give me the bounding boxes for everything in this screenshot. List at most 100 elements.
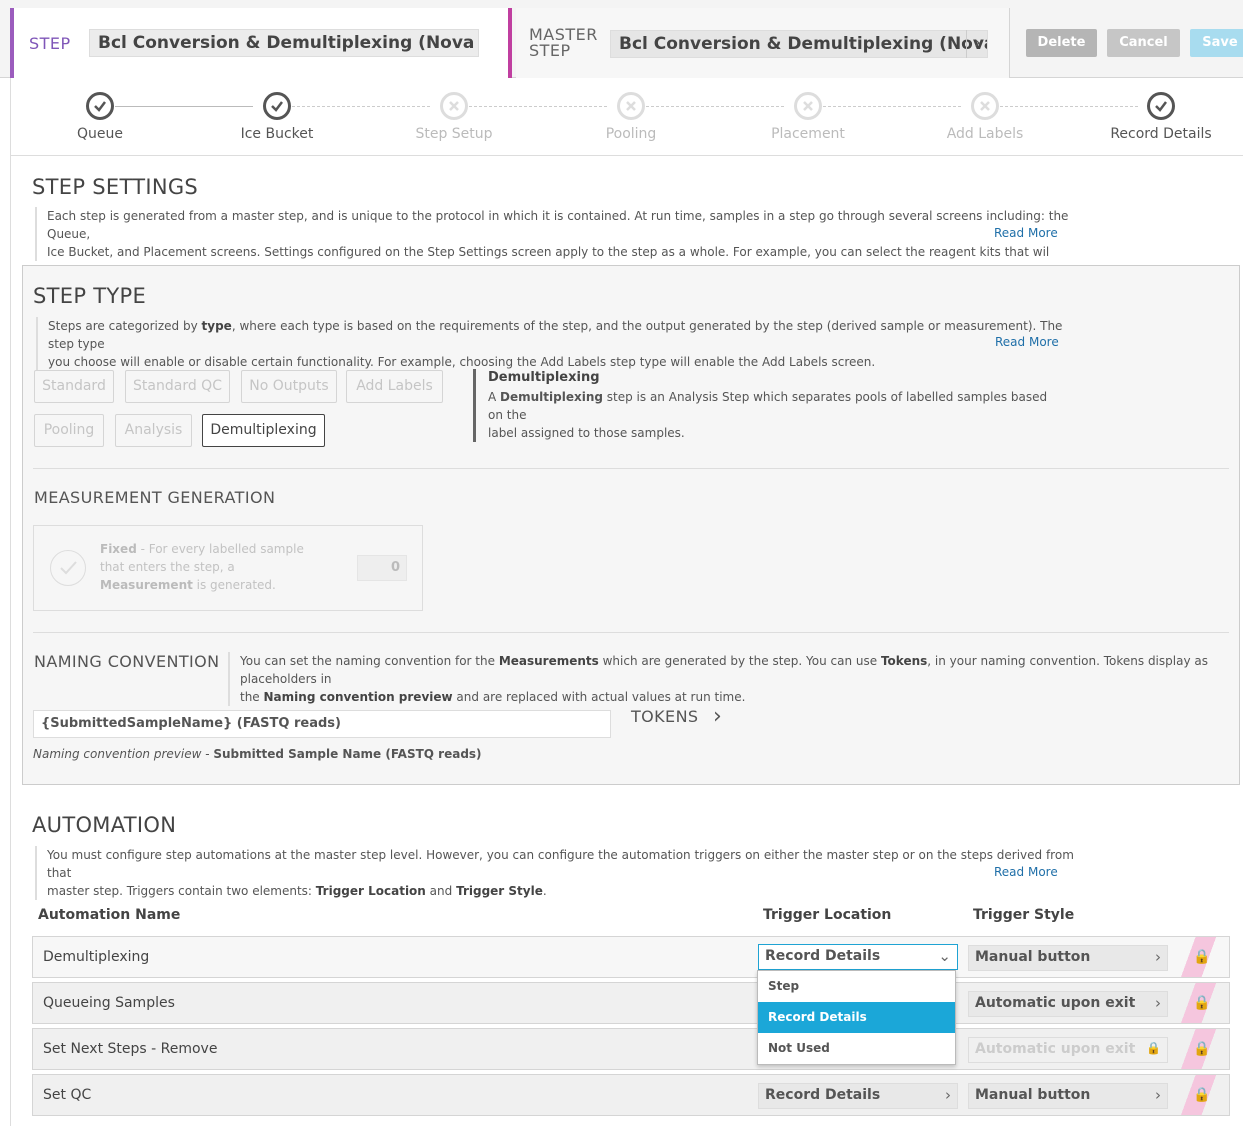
tokens-button[interactable]: TOKENS xyxy=(631,707,699,726)
text-bold: Fixed xyxy=(100,542,137,556)
select-value: Record Details xyxy=(765,948,881,964)
automation-name: Queueing Samples xyxy=(43,995,175,1011)
dropdown-option-record-details[interactable]: Record Details xyxy=(758,1002,955,1033)
type-add-labels-button[interactable]: Add Labels xyxy=(346,370,443,403)
progress-step-ice-bucket[interactable]: Ice Bucket xyxy=(202,92,352,142)
type-standard-button[interactable]: Standard xyxy=(34,370,114,403)
master-step-name[interactable]: Bcl Conversion & Demultiplexing (Nova ..… xyxy=(610,30,988,58)
trigger-style-select: Automatic upon exit 🔒 xyxy=(968,1037,1168,1063)
type-demultiplexing-button[interactable]: Demultiplexing xyxy=(202,414,325,447)
chevron-right-icon: › xyxy=(1155,948,1161,966)
cancel-button[interactable]: Cancel xyxy=(1107,29,1180,57)
chevron-right-icon[interactable]: › xyxy=(966,30,988,58)
description-line: master step. Triggers contain two elemen… xyxy=(47,882,1075,900)
trigger-style-select[interactable]: Automatic upon exit › xyxy=(968,991,1168,1017)
type-no-outputs-button[interactable]: No Outputs xyxy=(241,370,337,403)
trigger-location-select[interactable]: Record Details › xyxy=(758,1083,958,1109)
read-more-link[interactable]: Read More xyxy=(995,335,1059,349)
text-bold: Measurements xyxy=(498,654,599,668)
type-analysis-button[interactable]: Analysis xyxy=(115,414,192,447)
text-bold: Measurement xyxy=(100,578,193,592)
read-more-link[interactable]: Read More xyxy=(994,865,1058,879)
text: is generated. xyxy=(192,578,276,592)
step-type-panel: STEP TYPE Steps are categorized by type,… xyxy=(22,265,1240,785)
automation-name: Set QC xyxy=(43,1087,92,1103)
x-circle-icon xyxy=(794,92,822,120)
lock-icon: 🔒 xyxy=(1193,995,1211,1011)
step-name-field[interactable]: Bcl Conversion & Demultiplexing (Nova Se… xyxy=(89,29,479,57)
progress-step-step-setup: Step Setup xyxy=(379,92,529,142)
select-value: Automatic upon exit xyxy=(975,995,1136,1011)
chevron-right-icon: › xyxy=(945,1086,951,1104)
x-circle-icon xyxy=(617,92,645,120)
progress-step-pooling: Pooling xyxy=(556,92,706,142)
save-button[interactable]: Save xyxy=(1190,29,1243,57)
measurement-generation-title: MEASUREMENT GENERATION xyxy=(34,488,276,507)
text-bold: Tokens xyxy=(880,654,928,668)
trigger-style-select[interactable]: Manual button › xyxy=(968,945,1168,971)
x-circle-icon xyxy=(971,92,999,120)
progress-step-label: Pooling xyxy=(605,126,657,142)
step-progress: Queue Ice Bucket Step Setup Pooling Plac… xyxy=(10,78,1243,156)
dropdown-option-not-used[interactable]: Not Used xyxy=(758,1033,955,1064)
text: A xyxy=(488,390,501,404)
chevron-right-icon: › xyxy=(1155,1086,1161,1104)
trigger-location-select[interactable]: Record Details ⌄ xyxy=(758,944,958,970)
step-type-info-title: Demultiplexing xyxy=(488,370,600,385)
step-type-description: Steps are categorized by type, where eac… xyxy=(36,317,1076,371)
step-settings-content: STEP SETTINGS Each step is generated fro… xyxy=(10,156,1243,1126)
lock-icon: 🔒 xyxy=(1146,1041,1161,1055)
type-standard-qc-button[interactable]: Standard QC xyxy=(125,370,230,403)
check-circle-icon xyxy=(1147,92,1175,120)
step-label: STEP xyxy=(29,34,71,53)
description-line: Each step is generated from a master ste… xyxy=(47,209,1069,241)
automation-name: Demultiplexing xyxy=(43,949,150,965)
progress-step-label: Record Details xyxy=(1110,126,1212,142)
text: and xyxy=(425,884,457,898)
progress-step-label: Queue xyxy=(77,126,123,142)
text: master step. Triggers contain two elemen… xyxy=(47,884,316,898)
progress-step-queue[interactable]: Queue xyxy=(25,92,175,142)
step-type-title: STEP TYPE xyxy=(33,284,147,308)
select-value: Record Details xyxy=(765,1087,881,1103)
description-line: Steps are categorized by type, where eac… xyxy=(48,317,1076,353)
select-value: Manual button xyxy=(975,949,1091,965)
progress-step-record-details[interactable]: Record Details xyxy=(1086,92,1236,142)
step-name-panel: STEP Bcl Conversion & Demultiplexing (No… xyxy=(10,8,512,78)
delete-button[interactable]: Delete xyxy=(1026,29,1097,57)
lock-icon: 🔒 xyxy=(1193,1041,1211,1057)
measurement-fixed-text: Fixed - For every labelled sample that e… xyxy=(100,540,330,594)
naming-convention-input[interactable]: {SubmittedSampleName} (FASTQ reads) xyxy=(33,710,611,738)
progress-step-label: Step Setup xyxy=(415,126,493,142)
step-settings-description: Each step is generated from a master ste… xyxy=(35,207,1075,261)
read-more-link[interactable]: Read More xyxy=(994,226,1058,240)
chevron-right-icon[interactable]: › xyxy=(713,704,722,729)
step-type-info-text: A Demultiplexing step is an Analysis Ste… xyxy=(488,388,1063,442)
text: . xyxy=(542,884,547,898)
measurement-count-field[interactable]: 0 xyxy=(357,555,407,581)
column-header-automation-name: Automation Name xyxy=(38,907,181,923)
automation-name: Set Next Steps - Remove xyxy=(43,1041,218,1057)
trigger-style-select[interactable]: Manual button › xyxy=(968,1083,1168,1109)
naming-convention-preview: Naming convention preview - Submitted Sa… xyxy=(33,747,482,761)
automation-row: Set QC Record Details › Manual button › … xyxy=(32,1074,1230,1116)
type-pooling-button[interactable]: Pooling xyxy=(34,414,104,447)
x-circle-icon xyxy=(440,92,468,120)
chevron-down-icon: ⌄ xyxy=(938,947,951,965)
step-settings-title: STEP SETTINGS xyxy=(32,175,199,199)
check-circle-icon xyxy=(86,92,114,120)
lock-area: 🔒 xyxy=(1175,1029,1229,1069)
text-bold: type xyxy=(201,319,232,333)
select-value: Manual button xyxy=(975,1087,1091,1103)
divider xyxy=(33,468,1229,469)
select-value: Automatic upon exit xyxy=(975,1041,1136,1057)
text: Naming convention preview xyxy=(33,747,202,761)
step-header: STEP Bcl Conversion & Demultiplexing (No… xyxy=(0,0,1243,78)
text: which are generated by the step. You can… xyxy=(598,654,881,668)
text-bold: Trigger Style xyxy=(456,884,543,898)
automation-row: Demultiplexing Record Details ⌄ Manual b… xyxy=(32,936,1230,978)
lock-area: 🔒 xyxy=(1175,1075,1229,1115)
naming-convention-description: You can set the naming convention for th… xyxy=(228,652,1228,706)
measurement-fixed-option[interactable]: Fixed - For every labelled sample that e… xyxy=(33,525,423,611)
dropdown-option-step[interactable]: Step xyxy=(758,971,955,1002)
